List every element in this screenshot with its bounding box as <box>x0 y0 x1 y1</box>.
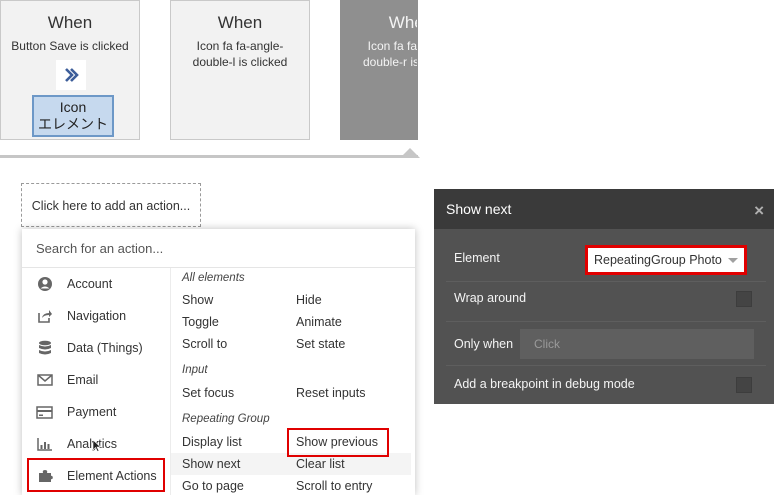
category-data-things[interactable]: Data (Things) <box>22 332 170 364</box>
card-desc-line-2: double-r is clicked <box>362 55 417 69</box>
category-label: Payment <box>67 405 117 419</box>
icon-label-line-2: エレメント <box>38 116 108 132</box>
card-when-label: When <box>388 13 417 32</box>
category-label: Email <box>67 373 99 387</box>
breakpoint-checkbox[interactable] <box>736 377 752 393</box>
only-when-label: Only when <box>454 337 514 351</box>
category-email[interactable]: Email <box>22 364 170 396</box>
highlight-show-previous <box>287 428 389 457</box>
category-label: Data (Things) <box>67 341 143 355</box>
card-description: Button Save is clicked <box>11 39 129 53</box>
workflow-card-angle-left[interactable]: When Icon fa fa-angle- double-l is click… <box>170 0 310 140</box>
workflow-card-save[interactable]: When Button Save is clicked Icon エレメント <box>0 0 140 140</box>
action-search-input[interactable] <box>36 239 396 257</box>
card-desc-line-2: double-l is clicked <box>192 55 288 69</box>
action-show[interactable]: Show <box>182 293 213 307</box>
action-animate[interactable]: Animate <box>296 315 342 329</box>
envelope-icon <box>22 374 67 386</box>
card-when-label: When <box>217 13 263 32</box>
action-display-list[interactable]: Display list <box>182 435 242 449</box>
action-scroll-to[interactable]: Scroll to <box>182 337 227 351</box>
action-clear-list[interactable]: Clear list <box>296 457 345 471</box>
panel-header: Show next × <box>434 189 774 229</box>
card-description: Icon fa fa-angle- double-r is clicked <box>341 38 418 70</box>
show-next-panel: Show next × Element RepeatingGroup Photo… <box>434 189 774 404</box>
section-title-input: Input <box>182 364 208 376</box>
wrap-around-checkbox[interactable] <box>736 291 752 307</box>
action-set-focus[interactable]: Set focus <box>182 386 234 400</box>
element-dropdown-value: RepeatingGroup Photo <box>594 253 722 267</box>
element-dropdown[interactable]: RepeatingGroup Photo <box>585 245 747 275</box>
panel-divider <box>446 281 766 282</box>
panel-divider <box>446 321 766 322</box>
user-circle-icon <box>22 276 67 292</box>
card-description: Icon fa fa-angle- double-l is clicked <box>171 38 309 70</box>
only-when-input[interactable] <box>520 329 754 359</box>
credit-card-icon <box>22 405 67 419</box>
action-go-to-page[interactable]: Go to page <box>182 479 244 493</box>
card-desc-line-1: Icon fa fa-angle- <box>196 39 284 53</box>
category-label: Account <box>67 277 113 291</box>
wrap-around-label: Wrap around <box>454 291 527 305</box>
pointer-arrow-icon <box>400 148 420 158</box>
share-arrow-icon <box>22 308 67 324</box>
section-title-repeating-group: Repeating Group <box>182 413 270 425</box>
panel-title: Show next <box>446 201 512 217</box>
database-icon <box>22 340 67 356</box>
panel-divider <box>446 365 766 366</box>
action-hide[interactable]: Hide <box>296 293 322 307</box>
icon-element-label[interactable]: Icon エレメント <box>32 95 114 137</box>
mouse-cursor-icon <box>93 440 101 452</box>
category-navigation[interactable]: Navigation <box>22 300 170 332</box>
action-set-state[interactable]: Set state <box>296 337 345 351</box>
close-icon[interactable]: × <box>754 201 764 221</box>
bar-chart-icon <box>22 437 67 451</box>
double-chevron-right-icon <box>56 60 86 90</box>
icon-label-line-1: Icon <box>59 99 87 115</box>
action-show-next[interactable]: Show next <box>182 457 240 471</box>
action-toggle[interactable]: Toggle <box>182 315 219 329</box>
caret-down-icon <box>728 258 738 263</box>
workflow-card-angle-right[interactable]: When Icon fa fa-angle- double-r is click… <box>340 0 418 140</box>
category-payment[interactable]: Payment <box>22 396 170 428</box>
element-label: Element <box>454 251 500 265</box>
breakpoint-label: Add a breakpoint in debug mode <box>454 377 635 391</box>
action-scroll-to-entry[interactable]: Scroll to entry <box>296 479 372 493</box>
card-when-label: When <box>47 13 93 32</box>
section-title-all-elements: All elements <box>182 272 245 284</box>
category-label: Navigation <box>67 309 127 323</box>
action-reset-inputs[interactable]: Reset inputs <box>296 386 365 400</box>
highlight-element-actions <box>27 458 165 492</box>
add-action-button[interactable]: Click here to add an action... <box>21 183 201 227</box>
category-account[interactable]: Account <box>22 268 170 300</box>
card-desc-line-1: Icon fa fa-angle- <box>367 39 418 53</box>
